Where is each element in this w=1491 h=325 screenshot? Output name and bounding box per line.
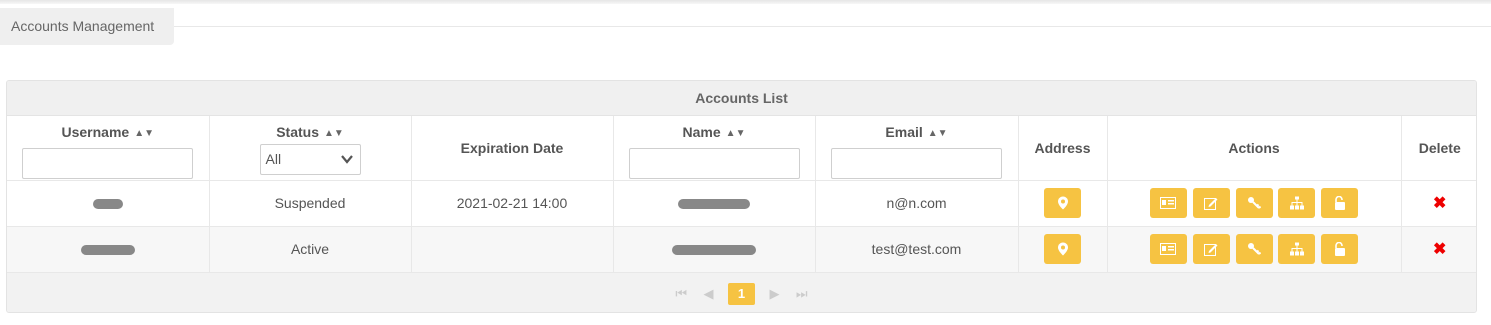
col-name: Name ▲▼ (613, 116, 816, 181)
edit-icon (1204, 244, 1218, 256)
edit-button[interactable] (1192, 188, 1230, 218)
col-username-label: Username (61, 124, 130, 140)
address-button[interactable] (1044, 234, 1081, 264)
edit-icon (1204, 198, 1218, 210)
email-filter-input[interactable] (831, 148, 1002, 179)
header-row: Username ▲▼ Status ▲▼ All Expiration Date … (7, 116, 1476, 181)
redacted-username (80, 245, 135, 256)
close-icon[interactable]: ✖ (1433, 195, 1446, 212)
email-cell: test@test.com (815, 226, 1019, 273)
prev-page-icon[interactable]: ◀ (704, 286, 714, 302)
close-icon[interactable]: ✖ (1433, 241, 1446, 258)
table-row: Active test@test.com ✖ (7, 226, 1476, 273)
tab-accounts-management[interactable]: Accounts Management (0, 8, 174, 45)
unlock-button[interactable] (1321, 234, 1359, 264)
chevron-down-icon (340, 145, 354, 184)
redacted-username (92, 199, 123, 210)
email-cell: n@n.com (815, 180, 1019, 227)
next-page-icon[interactable]: ▶ (769, 286, 779, 302)
expiration-cell: 2021-02-21 14:00 (411, 180, 614, 227)
accounts-panel: Accounts List Username ▲▼ Status ▲▼ All (6, 80, 1477, 313)
col-name-label: Name (682, 124, 721, 140)
key-icon (1248, 243, 1261, 255)
status-cell: Active (209, 226, 412, 273)
username-filter-input[interactable] (22, 148, 194, 179)
address-cell (1018, 180, 1108, 227)
delete-cell: ✖ (1401, 180, 1476, 227)
accounts-table: Username ▲▼ Status ▲▼ All Expiration Date … (7, 116, 1476, 273)
col-expiration: Expiration Date (411, 116, 614, 181)
map-marker-icon (1057, 196, 1068, 210)
name-cell (613, 226, 816, 273)
name-cell (613, 180, 816, 227)
top-bar (0, 0, 1491, 4)
delete-cell: ✖ (1401, 226, 1476, 273)
col-actions-label: Actions (1228, 139, 1280, 156)
last-page-icon[interactable]: ⏭ (796, 286, 808, 302)
sort-icon[interactable]: ▲▼ (726, 128, 746, 139)
sitemap-icon (1289, 242, 1304, 256)
status-filter-select[interactable]: All (259, 144, 361, 175)
col-email-label: Email (885, 124, 923, 140)
hierarchy-button[interactable] (1278, 234, 1316, 264)
address-button[interactable] (1044, 188, 1081, 218)
username-cell (7, 180, 210, 227)
actions-cell (1107, 226, 1402, 273)
username-cell (7, 226, 210, 273)
status-cell: Suspended (209, 180, 412, 227)
first-page-icon[interactable]: ⏮ (675, 286, 687, 302)
status-filter-value: All (265, 151, 282, 167)
redacted-name (678, 199, 750, 210)
sort-icon[interactable]: ▲▼ (324, 128, 344, 139)
hierarchy-button[interactable] (1278, 188, 1316, 218)
sort-icon[interactable]: ▲▼ (928, 128, 948, 139)
col-username: Username ▲▼ (7, 116, 210, 181)
id-card-icon (1160, 243, 1177, 255)
page-number-button[interactable]: 1 (728, 282, 755, 305)
expiration-cell (411, 226, 614, 273)
sitemap-icon (1289, 196, 1304, 210)
col-status-label: Status (276, 124, 319, 140)
edit-button[interactable] (1192, 234, 1230, 264)
unlock-icon (1334, 242, 1345, 256)
key-icon (1248, 197, 1261, 209)
profile-button[interactable] (1149, 188, 1187, 218)
address-cell (1018, 226, 1108, 273)
table-row: Suspended 2021-02-21 14:00 n@n.com ✖ (7, 180, 1476, 227)
col-email: Email ▲▼ (815, 116, 1019, 181)
col-delete: Delete (1401, 116, 1476, 181)
col-actions: Actions (1107, 116, 1402, 181)
name-filter-input[interactable] (628, 148, 800, 179)
tab-strip (0, 8, 1491, 27)
unlock-button[interactable] (1321, 188, 1359, 218)
actions-cell (1107, 180, 1402, 227)
sort-icon[interactable]: ▲▼ (134, 128, 154, 139)
col-status: Status ▲▼ All (209, 116, 412, 181)
id-card-icon (1160, 197, 1177, 209)
col-expiration-label: Expiration Date (460, 139, 564, 156)
password-button[interactable] (1235, 234, 1273, 264)
map-marker-icon (1057, 242, 1068, 256)
password-button[interactable] (1235, 188, 1273, 218)
col-delete-label: Delete (1418, 139, 1461, 156)
tab-label: Accounts Management (11, 18, 155, 34)
redacted-name (672, 245, 756, 256)
col-address: Address (1018, 116, 1108, 181)
unlock-icon (1334, 196, 1345, 210)
profile-button[interactable] (1149, 234, 1187, 264)
col-address-label: Address (1034, 139, 1091, 156)
panel-title: Accounts List (7, 81, 1476, 116)
pagination: ⏮ ◀ 1 ▶ ⏭ (7, 272, 1476, 312)
